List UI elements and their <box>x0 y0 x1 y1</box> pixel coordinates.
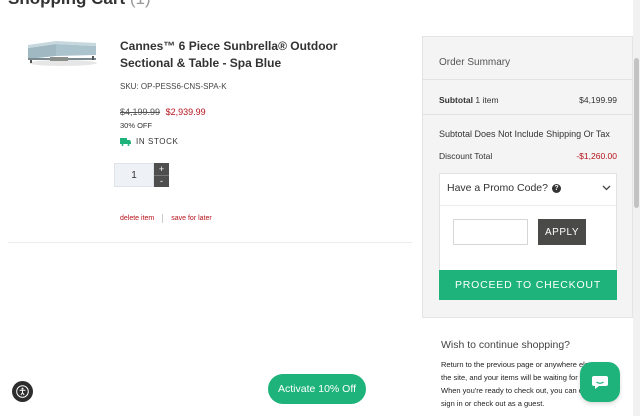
promo-code-label: Have a Promo Code? <box>447 182 548 194</box>
promo-code-input[interactable] <box>453 219 528 245</box>
accessibility-button[interactable] <box>12 381 33 402</box>
proceed-to-checkout-button[interactable]: PROCEED TO CHECKOUT <box>439 270 617 300</box>
order-summary-title: Order Summary <box>439 57 511 68</box>
activate-discount-button[interactable]: Activate 10% Off <box>268 374 366 404</box>
subtotal-label: Subtotal <box>439 95 473 105</box>
item-divider <box>8 242 412 243</box>
link-divider <box>162 214 164 223</box>
chat-button[interactable] <box>580 362 620 402</box>
summary-divider <box>422 79 633 80</box>
chat-icon <box>592 375 608 389</box>
chevron-down-icon[interactable] <box>602 185 611 191</box>
discount-label: Discount Total <box>439 151 493 161</box>
product-name[interactable]: Cannes™ 6 Piece Sunbrella® Outdoor Secti… <box>120 38 390 72</box>
product-image[interactable] <box>26 36 100 68</box>
quantity-decrease-button[interactable]: - <box>154 175 169 187</box>
item-actions: delete item save for later <box>120 214 212 223</box>
promo-divider <box>440 205 616 206</box>
discount-row: Discount Total -$1,260.00 <box>439 151 617 161</box>
subtotal-value: $4,199.99 <box>579 95 617 105</box>
summary-divider <box>422 114 633 115</box>
price-row: $4,199.99 $2,939.99 <box>120 107 206 117</box>
quantity-increase-button[interactable]: + <box>154 163 169 175</box>
delete-item-link[interactable]: delete item <box>120 215 154 222</box>
subtotal-items: 1 item <box>475 95 499 105</box>
stock-label: IN STOCK <box>136 137 179 146</box>
cart-count: (1) <box>130 0 151 8</box>
help-icon[interactable]: ? <box>551 184 561 193</box>
apply-button[interactable]: APPLY <box>538 219 586 245</box>
quantity-input[interactable]: 1 <box>114 163 154 187</box>
discount-value: -$1,260.00 <box>576 151 617 161</box>
save-for-later-link[interactable]: save for later <box>171 215 211 222</box>
original-price: $4,199.99 <box>120 107 161 117</box>
accessibility-icon <box>16 385 29 398</box>
product-sku: SKU: OP-PESS6-CNS-SPA-K <box>120 82 227 91</box>
page-title: Shopping Cart (1) <box>8 0 151 9</box>
subtotal-note: Subtotal Does Not Include Shipping Or Ta… <box>439 129 610 139</box>
subtotal-row: Subtotal 1 item $4,199.99 <box>439 95 617 105</box>
sale-price: $2,939.99 <box>165 107 206 117</box>
promo-code-toggle[interactable]: Have a Promo Code?? <box>447 182 611 194</box>
delivery-truck-icon <box>120 137 131 146</box>
scrollbar-thumb[interactable] <box>634 58 639 208</box>
discount-percent: 30% OFF <box>120 121 153 130</box>
continue-shopping-title: Wish to continue shopping? <box>441 339 570 351</box>
stock-status: IN STOCK <box>120 137 178 146</box>
quantity-stepper[interactable]: 1 + - <box>114 163 169 187</box>
